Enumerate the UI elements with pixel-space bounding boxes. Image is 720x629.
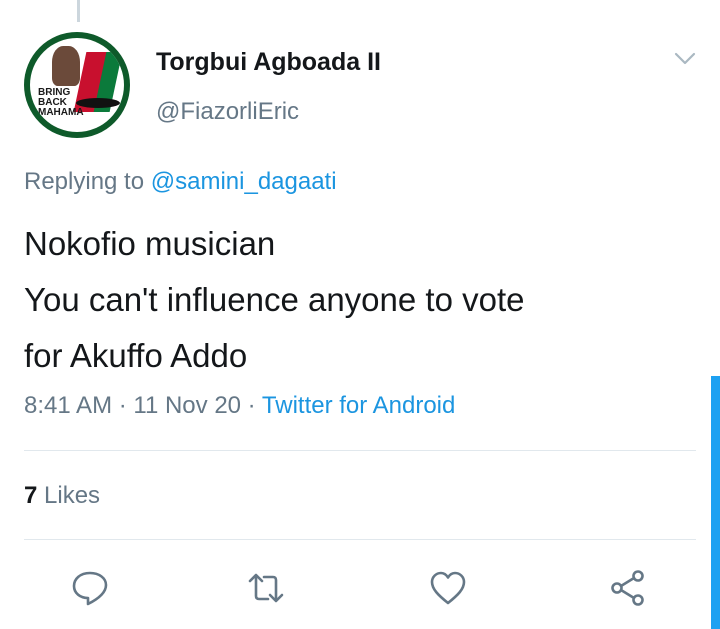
divider — [24, 450, 696, 451]
tweet-text: Nokofio musician You can't influence any… — [24, 216, 684, 384]
scrollbar[interactable] — [711, 376, 720, 629]
likes-label: Likes — [44, 482, 101, 509]
likes-count[interactable]: 7 Likes — [24, 482, 100, 510]
reply-icon[interactable] — [70, 568, 110, 608]
avatar-text: BRING BACK MAHAMA — [38, 88, 84, 118]
tweet-line: Nokofio musician — [24, 225, 276, 262]
like-icon[interactable] — [428, 568, 468, 608]
tweet-time: 8:41 AM — [24, 392, 113, 419]
likes-number: 7 — [24, 482, 38, 509]
avatar-text-line: MAHAMA — [38, 107, 84, 118]
tweet-line: You can't influence anyone to vote — [24, 281, 525, 318]
replying-to: Replying to @samini_dagaati — [24, 168, 337, 196]
avatar[interactable]: BRING BACK MAHAMA — [24, 32, 130, 138]
avatar-image: BRING BACK MAHAMA — [30, 38, 124, 132]
display-name[interactable]: Torgbui Agboada II — [156, 48, 381, 77]
divider — [24, 539, 696, 540]
user-handle[interactable]: @FiazorliEric — [156, 98, 299, 126]
tweet-source-link[interactable]: Twitter for Android — [262, 392, 455, 419]
tweet-date[interactable]: 11 Nov 20 — [133, 392, 241, 419]
avatar-person — [52, 46, 80, 86]
share-icon[interactable] — [608, 568, 648, 608]
reply-target-link[interactable]: @samini_dagaati — [151, 168, 337, 195]
meta-separator: · — [241, 392, 262, 419]
meta-separator: · — [112, 392, 134, 419]
chevron-down-icon[interactable] — [674, 52, 696, 66]
thread-line — [77, 0, 80, 22]
replying-prefix: Replying to — [24, 168, 145, 195]
tweet-line: for Akuffo Addo — [24, 337, 248, 374]
retweet-icon[interactable] — [246, 568, 286, 608]
tweet-meta: 8:41 AM · 11 Nov 20 · Twitter for Androi… — [24, 392, 455, 420]
